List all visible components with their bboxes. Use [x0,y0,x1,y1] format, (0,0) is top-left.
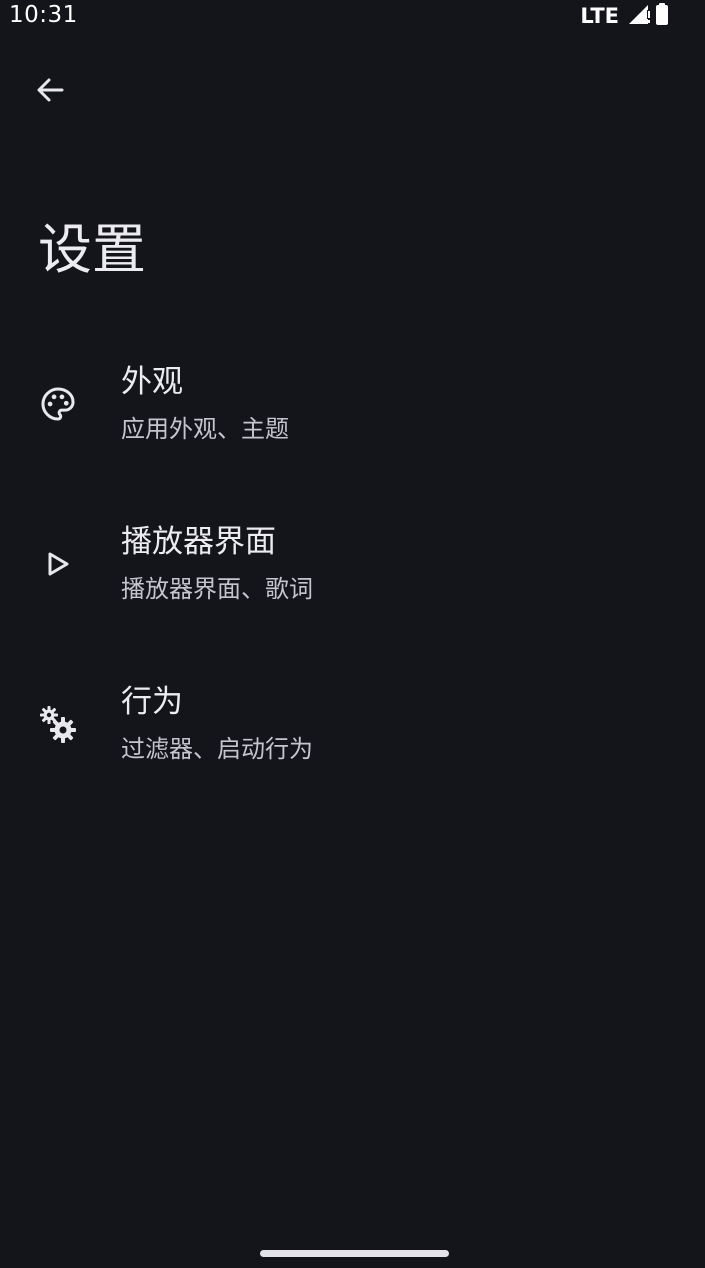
item-title-behavior: 行为 [121,684,183,720]
play-outline-icon [38,544,78,584]
battery-icon [655,2,669,30]
network-type-label: LTE [580,4,619,28]
item-title-appearance: 外观 [121,364,183,400]
gears-icon [38,704,78,744]
settings-screen: 10:31 LTE 设置 外观 应用外观、主题 播放器界面 播放器界面、歌词 行… [0,0,705,1268]
arrow-back-icon [34,74,66,110]
item-subtitle-appearance: 应用外观、主题 [121,415,289,443]
settings-item-behavior[interactable]: 行为 过滤器、启动行为 [0,655,705,795]
home-indicator[interactable] [260,1250,449,1257]
item-title-player-ui: 播放器界面 [121,524,276,560]
settings-item-player-ui[interactable]: 播放器界面 播放器界面、歌词 [0,495,705,635]
palette-icon [38,384,78,424]
back-button[interactable] [24,66,76,118]
status-icons: LTE [580,2,669,30]
settings-item-appearance[interactable]: 外观 应用外观、主题 [0,334,705,474]
item-subtitle-player-ui: 播放器界面、歌词 [121,575,313,603]
page-title: 设置 [38,218,146,281]
signal-icon [627,2,651,30]
status-time: 10:31 [9,2,78,28]
item-subtitle-behavior: 过滤器、启动行为 [121,735,313,763]
status-bar: 10:31 LTE [0,0,705,32]
